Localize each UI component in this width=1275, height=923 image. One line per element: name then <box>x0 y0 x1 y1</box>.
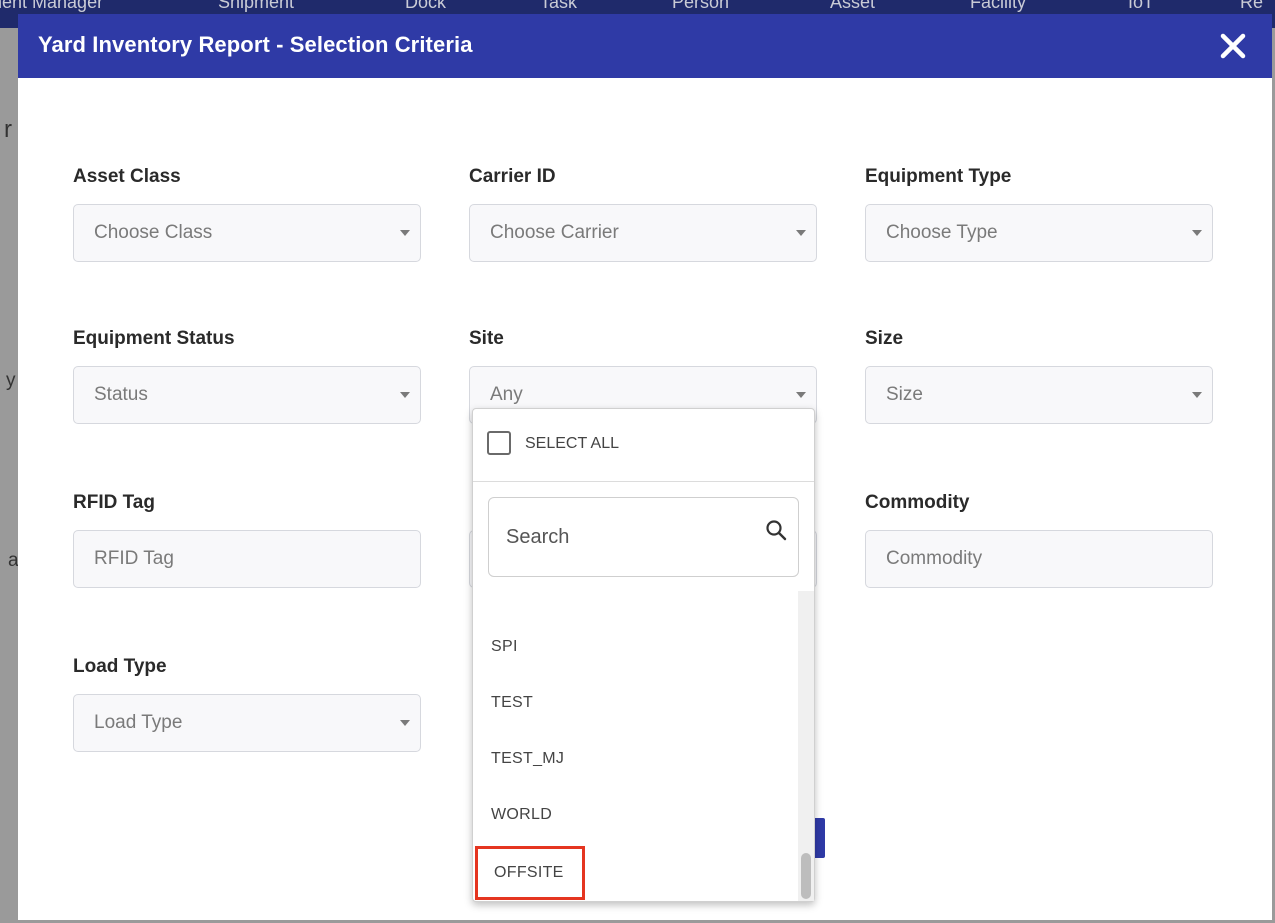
site-option-offsite[interactable]: OFFSITE <box>475 846 585 900</box>
rfid-tag-input[interactable]: RFID Tag <box>73 530 421 588</box>
carrier-id-label: Carrier ID <box>469 166 556 187</box>
commodity-placeholder: Commodity <box>886 548 983 569</box>
chevron-down-icon <box>796 230 806 236</box>
background-fragment: a <box>8 550 19 571</box>
site-dropdown-panel: SELECT ALL Search SPI TEST TEST_MJ WORLD… <box>472 408 815 902</box>
size-select[interactable]: Size <box>865 366 1213 424</box>
carrier-id-select[interactable]: Choose Carrier <box>469 204 817 262</box>
site-option-world[interactable]: WORLD <box>491 806 552 824</box>
chevron-down-icon <box>400 230 410 236</box>
close-icon <box>1220 33 1246 59</box>
site-option-offsite-label: OFFSITE <box>494 864 564 881</box>
background-fragment: y <box>6 370 16 391</box>
asset-class-select[interactable]: Choose Class <box>73 204 421 262</box>
modal-title: Yard Inventory Report - Selection Criter… <box>38 32 473 57</box>
nav-item-facility: Facility <box>970 0 1027 12</box>
dropdown-scrollbar-thumb[interactable] <box>801 853 811 899</box>
select-all-label: SELECT ALL <box>525 435 619 452</box>
select-all-checkbox[interactable] <box>487 431 511 455</box>
equipment-status-placeholder: Status <box>94 384 148 405</box>
modal-header: Yard Inventory Report - Selection Criter… <box>18 14 1272 78</box>
load-type-label: Load Type <box>73 656 167 677</box>
size-label: Size <box>865 328 904 349</box>
nav-item-task: Task <box>540 0 578 12</box>
search-icon <box>766 520 787 541</box>
nav-item-iot: IoT <box>1128 0 1155 12</box>
chevron-down-icon <box>1192 392 1202 398</box>
site-value: Any <box>490 384 523 405</box>
size-placeholder: Size <box>886 384 923 405</box>
nav-item-person: Person <box>672 0 730 12</box>
dropdown-scrollbar[interactable] <box>798 591 814 901</box>
nav-item-asset: Asset <box>830 0 876 12</box>
equipment-type-label: Equipment Type <box>865 166 1012 187</box>
site-options-list: SPI TEST TEST_MJ WORLD OFFSITE <box>473 591 799 901</box>
chevron-down-icon <box>400 720 410 726</box>
close-button[interactable] <box>1216 29 1250 63</box>
equipment-status-label: Equipment Status <box>73 328 235 349</box>
carrier-id-placeholder: Choose Carrier <box>490 222 619 243</box>
load-type-select[interactable]: Load Type <box>73 694 421 752</box>
nav-item-reports: Re <box>1240 0 1264 12</box>
rfid-tag-label: RFID Tag <box>73 492 155 513</box>
site-option-test[interactable]: TEST <box>491 694 533 712</box>
commodity-input[interactable]: Commodity <box>865 530 1213 588</box>
site-label: Site <box>469 328 504 349</box>
asset-class-label: Asset Class <box>73 166 181 187</box>
nav-item-shipment: Shipment <box>218 0 295 12</box>
nav-item-dock: Dock <box>405 0 447 12</box>
nav-item-asset-manager: nent Manager <box>0 0 104 12</box>
chevron-down-icon <box>796 392 806 398</box>
dropdown-divider <box>473 481 814 482</box>
equipment-type-placeholder: Choose Type <box>886 222 998 243</box>
search-placeholder: Search <box>506 526 570 548</box>
site-option-test-mj[interactable]: TEST_MJ <box>491 750 564 768</box>
chevron-down-icon <box>1192 230 1202 236</box>
commodity-label: Commodity <box>865 492 970 513</box>
site-option-spi[interactable]: SPI <box>491 638 518 656</box>
chevron-down-icon <box>400 392 410 398</box>
load-type-placeholder: Load Type <box>94 712 183 733</box>
equipment-type-select[interactable]: Choose Type <box>865 204 1213 262</box>
rfid-tag-placeholder: RFID Tag <box>94 548 174 569</box>
asset-class-placeholder: Choose Class <box>94 222 213 243</box>
equipment-status-select[interactable]: Status <box>73 366 421 424</box>
dropdown-search-input[interactable]: Search <box>488 497 799 577</box>
background-fragment: r <box>4 116 12 143</box>
